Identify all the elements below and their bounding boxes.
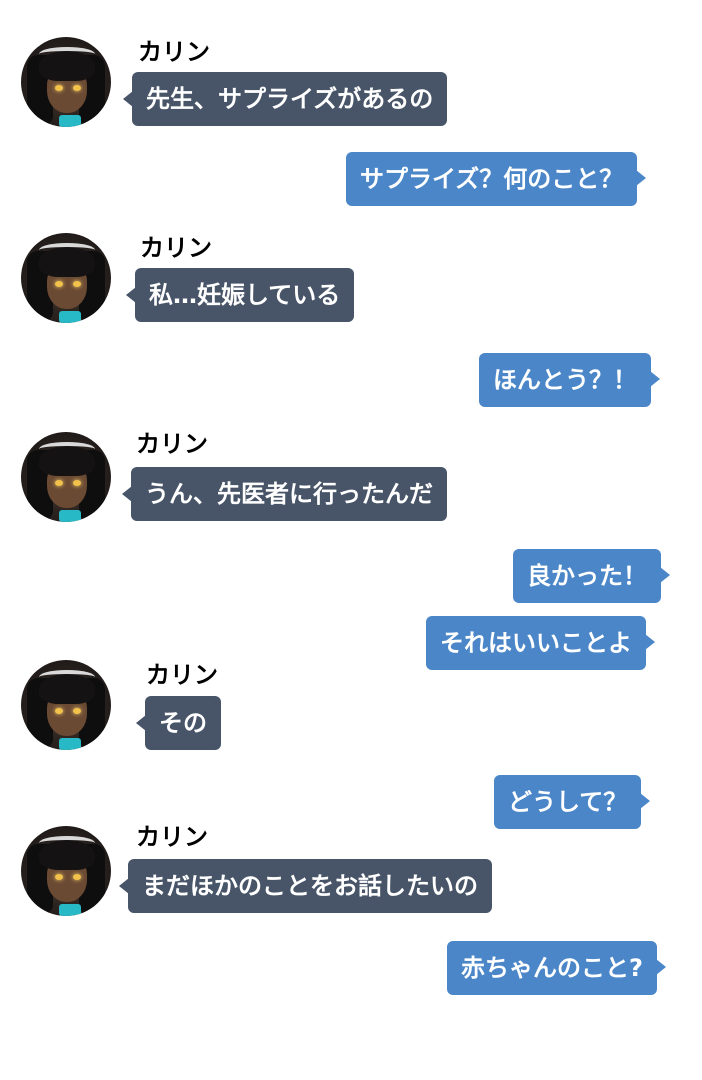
sender-name: カリン <box>140 234 212 262</box>
outgoing-message-bubble: 赤ちゃんのこと? <box>447 941 666 995</box>
sender-name: カリン <box>136 430 208 458</box>
outgoing-message-bubble: サプライズ？何のこと？ <box>346 152 647 206</box>
sender-name: カリン <box>146 661 218 689</box>
incoming-message-bubble: まだほかのことをお話したいの <box>119 859 492 913</box>
outgoing-message-bubble: ほんとう？！ <box>479 353 660 407</box>
sender-name: カリン <box>138 38 210 66</box>
incoming-message-bubble: 私…妊娠している <box>125 268 355 322</box>
karin-avatar-icon[interactable] <box>21 233 111 323</box>
karin-avatar-icon[interactable] <box>21 660 111 750</box>
incoming-message-bubble: うん、先医者に行ったんだ <box>122 467 447 521</box>
karin-avatar-icon[interactable] <box>21 826 111 916</box>
karin-avatar-icon[interactable] <box>21 37 111 127</box>
outgoing-message-bubble: どうして？ <box>494 775 651 829</box>
sender-name: カリン <box>136 823 208 851</box>
outgoing-message-bubble: 良かった！ <box>513 549 670 603</box>
incoming-message-bubble: 先生、サプライズがあるの <box>122 72 448 126</box>
chat-log: カリン 先生、サプライズがあるの サプライズ？何のこと？ カリン 私…妊娠してい… <box>0 0 702 1080</box>
outgoing-message-bubble: それはいいことよ <box>426 616 655 670</box>
karin-avatar-icon[interactable] <box>21 432 111 522</box>
incoming-message-bubble: その <box>136 696 221 750</box>
